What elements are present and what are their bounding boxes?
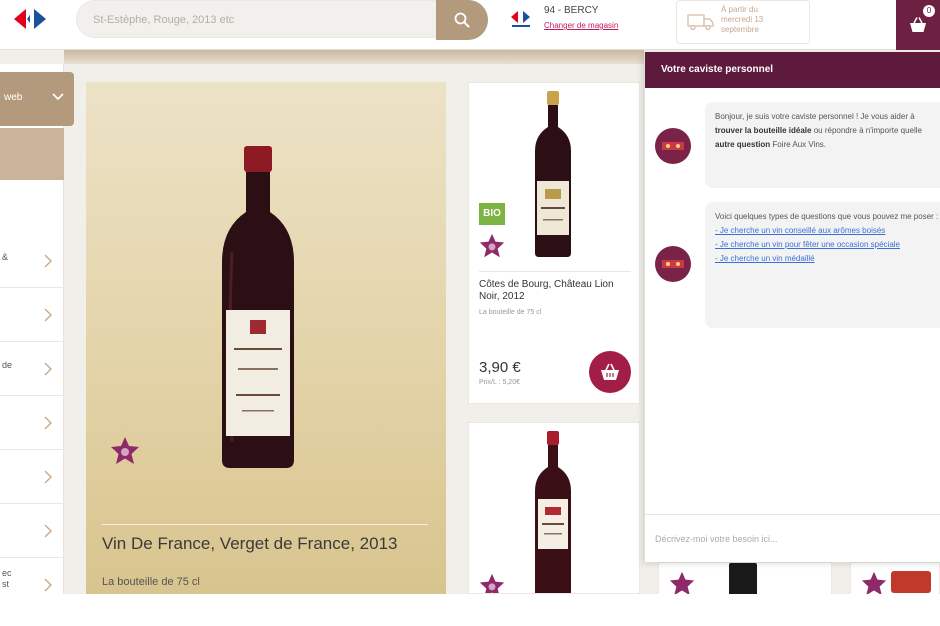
sidebar-dropdown-label: web bbox=[4, 92, 23, 103]
product-card-partial[interactable] bbox=[658, 562, 832, 597]
sidebar-item-5[interactable] bbox=[0, 450, 64, 504]
sidebar-item-1[interactable]: & bbox=[0, 234, 64, 288]
search-input[interactable] bbox=[93, 10, 433, 30]
store-selector: 94 - BERCY Changer de magasin bbox=[506, 3, 656, 39]
sommelier-avatar bbox=[655, 128, 691, 164]
card-separator bbox=[479, 271, 631, 272]
product-card[interactable] bbox=[468, 422, 640, 594]
page: 94 - BERCY Changer de magasin À partir d… bbox=[0, 0, 940, 626]
chevron-right-icon bbox=[44, 578, 52, 592]
chat-message-text: Voici quelques types de questions que vo… bbox=[715, 212, 939, 221]
sommelier-icon bbox=[662, 142, 684, 150]
chevron-right-icon bbox=[44, 362, 52, 376]
chat-panel: Votre caviste personnel Bonjour, je suis… bbox=[644, 52, 940, 562]
sidebar-item-3[interactable]: de bbox=[0, 342, 64, 396]
chat-message-bold: autre question bbox=[715, 140, 771, 149]
chat-message-welcome: Bonjour, je suis votre caviste personnel… bbox=[705, 102, 940, 188]
sidebar-dropdown[interactable]: web bbox=[0, 72, 74, 126]
sidebar-item-6[interactable] bbox=[0, 504, 64, 558]
chevron-right-icon bbox=[44, 470, 52, 484]
chevron-right-icon bbox=[44, 416, 52, 430]
search-button[interactable] bbox=[436, 0, 488, 40]
chat-header: Votre caviste personnel bbox=[645, 52, 940, 88]
suggestion-link-medal[interactable]: - Je cherche un vin médaillé bbox=[715, 252, 940, 266]
chevron-right-icon bbox=[44, 524, 52, 538]
wine-bottle-image bbox=[535, 431, 571, 593]
wine-bottle-image bbox=[222, 146, 294, 468]
store-name: 94 - BERCY bbox=[544, 5, 599, 16]
product-name: Côtes de Bourg, Château Lion Noir, 2012 bbox=[479, 279, 614, 302]
featured-separator bbox=[102, 524, 428, 525]
change-store-link[interactable]: Changer de magasin bbox=[544, 21, 618, 30]
page-bottom-band bbox=[0, 594, 940, 626]
header: 94 - BERCY Changer de magasin À partir d… bbox=[0, 0, 940, 50]
sidebar-item-label: & bbox=[2, 252, 9, 262]
chat-title: Votre caviste personnel bbox=[661, 64, 774, 75]
chevron-down-icon bbox=[52, 93, 64, 101]
chat-message-input[interactable] bbox=[655, 530, 925, 548]
chevron-right-icon bbox=[44, 254, 52, 268]
product-size: La bouteille de 75 cl bbox=[479, 309, 542, 316]
product-unit-price: Prix/L : 5,20€ bbox=[479, 379, 520, 386]
store-logo-icon bbox=[511, 11, 530, 27]
promo-label bbox=[891, 571, 931, 593]
product-card[interactable]: BIO Côtes de Bourg, Château Lion Noir, 2… bbox=[468, 82, 640, 404]
basket-icon bbox=[601, 363, 619, 380]
chevron-right-icon bbox=[44, 308, 52, 322]
sommelier-icon bbox=[662, 260, 684, 268]
suggestion-link-occasion[interactable]: - Je cherche un vin pour fêter une occas… bbox=[715, 238, 940, 252]
search-icon bbox=[454, 12, 470, 28]
cart-button[interactable]: 0 bbox=[896, 0, 940, 50]
featured-product-card[interactable]: Vin De France, Verget de France, 2013 La… bbox=[86, 82, 446, 594]
chat-message-suggestions: Voici quelques types de questions que vo… bbox=[705, 202, 940, 328]
add-to-cart-button[interactable] bbox=[589, 351, 631, 393]
wine-bottle-image bbox=[535, 91, 571, 257]
category-sidebar: web & de ec st bbox=[0, 64, 74, 594]
product-card-partial[interactable] bbox=[850, 562, 940, 596]
featured-product-name: Vin De France, Verget de France, 2013 bbox=[102, 534, 398, 553]
delivery-date-text: À partir du mercredi 13 septembre bbox=[721, 5, 764, 34]
sidebar-item-label: de bbox=[2, 360, 13, 370]
header-shadow bbox=[64, 50, 644, 64]
medal-star-icon bbox=[479, 573, 505, 593]
sidebar-active-item[interactable] bbox=[0, 128, 64, 180]
chat-input-bar bbox=[645, 514, 940, 562]
truck-icon bbox=[687, 14, 714, 31]
sidebar-item-label: ec st bbox=[2, 568, 12, 589]
sommelier-avatar bbox=[655, 246, 691, 282]
sidebar-item-4[interactable] bbox=[0, 396, 64, 450]
chat-message-text: Bonjour, je suis votre caviste personnel… bbox=[715, 112, 915, 121]
chat-message-text: ou répondre à n'importe quelle bbox=[811, 126, 922, 135]
bio-badge: BIO bbox=[479, 203, 505, 225]
suggestion-link-woody[interactable]: - Je cherche un vin conseillé aux arômes… bbox=[715, 224, 940, 238]
basket-icon bbox=[910, 17, 926, 32]
cart-count-badge: 0 bbox=[923, 5, 935, 17]
chat-message-text: Foire Aux Vins. bbox=[770, 140, 827, 149]
search-bar bbox=[76, 0, 488, 40]
product-price: 3,90 € bbox=[479, 359, 521, 376]
medal-star-icon bbox=[479, 233, 505, 258]
sidebar-item-2[interactable] bbox=[0, 288, 64, 342]
chat-message-bold: trouver la bouteille idéale bbox=[715, 126, 812, 135]
delivery-slot-button[interactable]: À partir du mercredi 13 septembre bbox=[676, 0, 810, 44]
carrefour-logo[interactable] bbox=[6, 6, 58, 32]
medal-star-icon bbox=[111, 437, 139, 464]
featured-product-size: La bouteille de 75 cl bbox=[102, 576, 200, 588]
wine-bottle-image bbox=[729, 563, 757, 597]
